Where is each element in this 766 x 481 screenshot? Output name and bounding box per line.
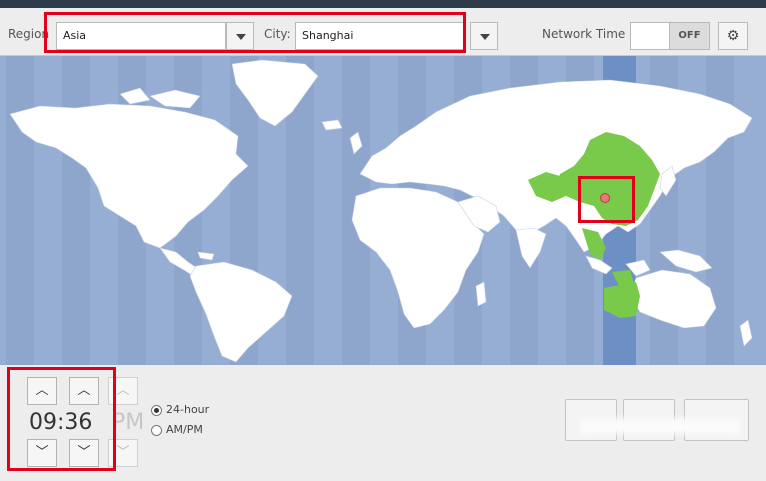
network-time-toggle[interactable]: OFF [630, 22, 710, 50]
chevron-up-icon: ︿ [35, 383, 49, 398]
hour-up-button[interactable]: ︿ [27, 377, 57, 405]
hour-down-button[interactable]: ﹀ [27, 439, 57, 467]
ampm-down-button[interactable]: ﹀ [108, 439, 138, 467]
format-24h-radio[interactable] [151, 405, 162, 416]
ampm-up-button[interactable]: ︿ [108, 377, 138, 405]
region-label: Region [8, 27, 50, 41]
region-dropdown-button[interactable] [226, 22, 254, 50]
chevron-up-icon: ︿ [116, 383, 130, 398]
toggle-state: OFF [669, 23, 709, 49]
time-display: 09:36 [29, 410, 93, 435]
minute-up-button[interactable]: ︿ [69, 377, 99, 405]
ampm-display: PM [112, 410, 145, 435]
network-settings-button[interactable]: ⚙ [718, 22, 748, 50]
blurred-date-overlay [580, 418, 740, 434]
format-ampm-label: AM/PM [166, 423, 203, 436]
city-label: City: [264, 27, 291, 41]
region-field[interactable]: Asia [56, 22, 226, 50]
city-field[interactable]: Shanghai [295, 22, 465, 50]
gear-icon: ⚙ [726, 28, 740, 44]
format-ampm-radio[interactable] [151, 425, 162, 436]
city-value: Shanghai [302, 29, 354, 42]
world-timezone-map[interactable] [0, 56, 766, 365]
chevron-down-icon: ﹀ [77, 445, 91, 460]
network-time-label: Network Time [542, 27, 626, 41]
minute-down-button[interactable]: ﹀ [69, 439, 99, 467]
top-strip [0, 0, 766, 8]
city-pin-icon[interactable] [600, 193, 610, 203]
chevron-up-icon: ︿ [77, 383, 91, 398]
chevron-down-icon: ﹀ [116, 445, 130, 460]
chevron-down-icon: ﹀ [35, 445, 49, 460]
region-value: Asia [63, 29, 87, 42]
city-dropdown-button[interactable] [470, 22, 498, 50]
format-24h-label: 24-hour [166, 403, 210, 416]
time-controls: ︿ ︿ ︿ 09:36 PM ﹀ ﹀ ﹀ 24-hour AM/PM [0, 366, 766, 481]
